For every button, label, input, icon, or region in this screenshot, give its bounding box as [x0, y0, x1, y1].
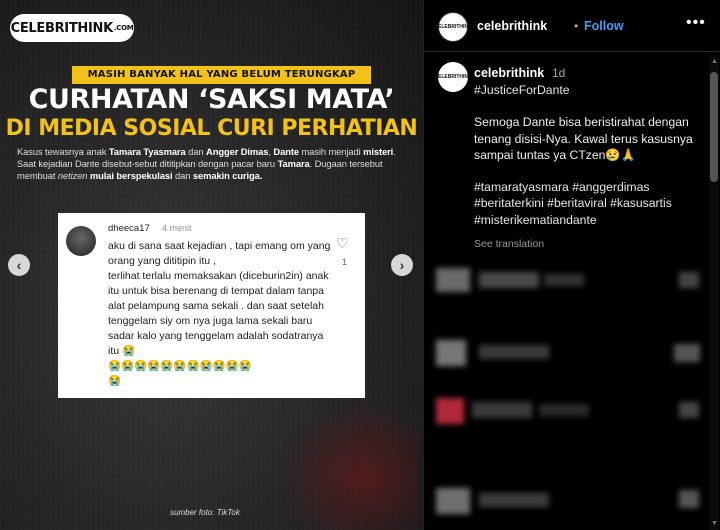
hashtag-top[interactable]: #JusticeForDante	[474, 82, 704, 98]
commenter-avatar	[66, 226, 96, 256]
summary-segment: Angger Dimas	[206, 146, 269, 157]
photo-source: sumber foto: TikTok	[170, 508, 240, 517]
headline-line-2: DI MEDIA SOSIAL CURI PERHATIAN	[5, 116, 418, 141]
see-translation-link[interactable]: See translation	[474, 238, 544, 250]
scroll-up-icon[interactable]: ▲	[711, 58, 718, 65]
separator-dot: •	[574, 19, 579, 33]
hashtags-line-3[interactable]: #misterikematiandante	[474, 212, 704, 228]
brand-logo: CELEBRITHINK .COM	[10, 14, 134, 42]
scroll-down-icon[interactable]: ▼	[711, 520, 718, 527]
summary-segment: masih menjadi	[298, 146, 364, 157]
summary-segment: Kasus tewasnya anak	[17, 146, 109, 157]
account-name[interactable]: celebrithink	[477, 19, 547, 33]
comment-likes: 1	[342, 257, 348, 267]
summary-text: Kasus tewasnya anak Tamara Tyasmara dan …	[17, 146, 409, 182]
summary-segment: misteri	[363, 146, 394, 157]
post-side-panel: CELEBRITHINK celebrithink • Follow ••• C…	[423, 0, 720, 530]
caption-time: 1d	[552, 66, 566, 80]
tiktok-comment-card: dheeca17 4 menit aku di sana saat kejadi…	[58, 213, 365, 398]
follow-button[interactable]: Follow	[584, 19, 624, 33]
heart-icon: ♡	[336, 235, 349, 251]
post-header: CELEBRITHINK celebrithink • Follow •••	[424, 0, 720, 52]
logo-suffix: .COM	[113, 24, 134, 32]
caption-text: Semoga Dante bisa beristirahat dengan te…	[474, 115, 693, 162]
scrollbar-thumb[interactable]	[710, 72, 718, 182]
summary-segment: semakin curiga.	[192, 170, 263, 181]
more-options-icon[interactable]: •••	[686, 14, 706, 32]
background-red-glow	[280, 400, 420, 530]
summary-segment: Tamara	[277, 158, 310, 169]
chevron-right-icon[interactable]: ›	[391, 254, 413, 276]
kicker-banner: MASIH BANYAK HAL YANG BELUM TERUNGKAP	[72, 66, 371, 84]
summary-segment: netizen	[57, 170, 88, 181]
comment-time: 4 menit	[162, 223, 192, 233]
caption-body: #JusticeForDante Semoga Dante bisa beris…	[474, 82, 704, 228]
commenter-username: dheeca17	[108, 223, 150, 234]
account-avatar[interactable]: CELEBRITHINK	[434, 12, 472, 42]
caption-avatar[interactable]: CELEBRITHINK	[434, 62, 472, 92]
headline-line-1: CURHATAN ‘SAKSI MATA’	[28, 84, 395, 115]
chevron-left-icon[interactable]: ‹	[8, 254, 30, 276]
summary-segment: dan	[172, 170, 193, 181]
summary-segment: Dante	[273, 146, 299, 157]
hashtags-line-2[interactable]: #beritaterkini #beritaviral #kasusartis	[474, 195, 704, 211]
caption-username[interactable]: celebrithink	[474, 66, 544, 80]
summary-segment: Tamara Tyasmara	[108, 146, 186, 157]
comment-text: aku di sana saat kejadian , tapi emang o…	[108, 240, 331, 387]
hashtags-line-1[interactable]: #tamaratyasmara #anggerdimas	[474, 179, 704, 195]
logo-text: CELEBRITHINK	[10, 20, 114, 36]
summary-segment: dan	[185, 146, 207, 157]
post-image: CELEBRITHINK .COM MASIH BANYAK HAL YANG B…	[0, 0, 423, 530]
summary-segment: mulai berspekulasi	[87, 170, 173, 181]
